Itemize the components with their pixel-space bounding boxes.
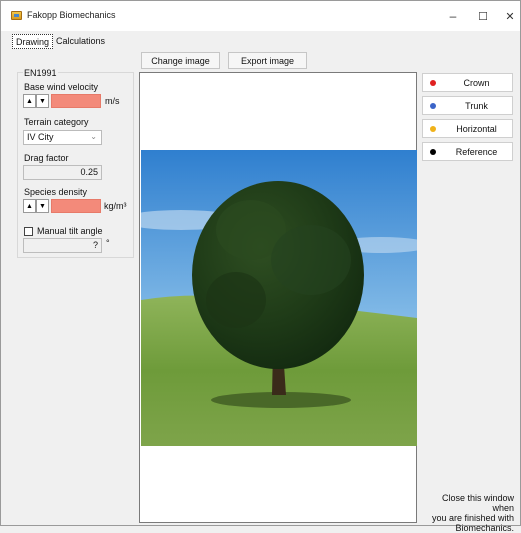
title-bar: Fakopp Biomechanics – ☐ ✕ [1,1,520,31]
window-title: Fakopp Biomechanics [27,10,116,20]
close-note-line: you are finished with [431,513,514,523]
tab-drawing[interactable]: Drawing [12,34,54,49]
horizontal-label: Horizontal [456,124,497,134]
export-image-button[interactable]: Export image [228,52,307,69]
horizontal-dot-icon [430,126,436,132]
base-wind-velocity-input[interactable] [51,94,101,108]
crown-dot-icon [430,80,436,86]
base-wind-velocity-unit: m/s [105,96,120,106]
chevron-down-icon: ⌄ [90,132,97,141]
minimize-button[interactable]: – [438,6,468,26]
close-note-line: Close this window when [441,493,514,513]
species-density-label: Species density [24,187,88,197]
species-density-unit: kg/m³ [104,201,127,211]
app-icon [11,11,22,20]
close-note-line: Biomechanics. [455,523,514,533]
reference-marker-button[interactable]: Reference [422,142,513,161]
image-canvas[interactable] [139,72,417,523]
arrow-up-icon[interactable]: ▲ [23,94,36,108]
horizontal-marker-button[interactable]: Horizontal [422,119,513,138]
trunk-marker-button[interactable]: Trunk [422,96,513,115]
app-window: Fakopp Biomechanics – ☐ ✕ Drawing Calcul… [0,0,521,533]
close-instructions: Close this window when you are finished … [420,493,514,533]
drag-factor-label: Drag factor [24,153,69,163]
en1991-panel: EN1991 Base wind velocity ▲ ▼ m/s Terrai… [17,68,134,258]
terrain-category-label: Terrain category [24,117,89,127]
arrow-down-icon[interactable]: ▼ [36,94,49,108]
crown-marker-button[interactable]: Crown [422,73,513,92]
manual-tilt-label: Manual tilt angle [37,226,103,236]
arrow-up-icon[interactable]: ▲ [23,199,36,213]
base-wind-velocity-spinner: ▲ ▼ [23,94,49,108]
trunk-label: Trunk [465,101,488,111]
base-wind-velocity-label: Base wind velocity [24,82,99,92]
manual-tilt-unit: ° [106,238,110,248]
manual-tilt-checkbox[interactable] [24,227,33,236]
reference-label: Reference [455,147,498,157]
crown-label: Crown [463,78,490,88]
tab-calculations[interactable]: Calculations [53,34,108,49]
manual-tilt-field: ? [23,238,102,253]
reference-dot-icon [430,149,436,155]
change-image-button[interactable]: Change image [141,52,220,69]
panel-title: EN1991 [23,68,58,78]
drag-factor-field: 0.25 [23,165,102,180]
close-button[interactable]: ✕ [495,6,521,26]
arrow-down-icon[interactable]: ▼ [36,199,49,213]
maximize-button[interactable]: ☐ [468,6,498,26]
species-density-input[interactable] [51,199,101,213]
species-density-spinner: ▲ ▼ [23,199,49,213]
trunk-dot-icon [430,103,436,109]
terrain-category-select[interactable]: IV City ⌄ [23,130,102,145]
terrain-category-value: IV City [27,132,54,142]
tree-photo[interactable] [141,150,417,446]
